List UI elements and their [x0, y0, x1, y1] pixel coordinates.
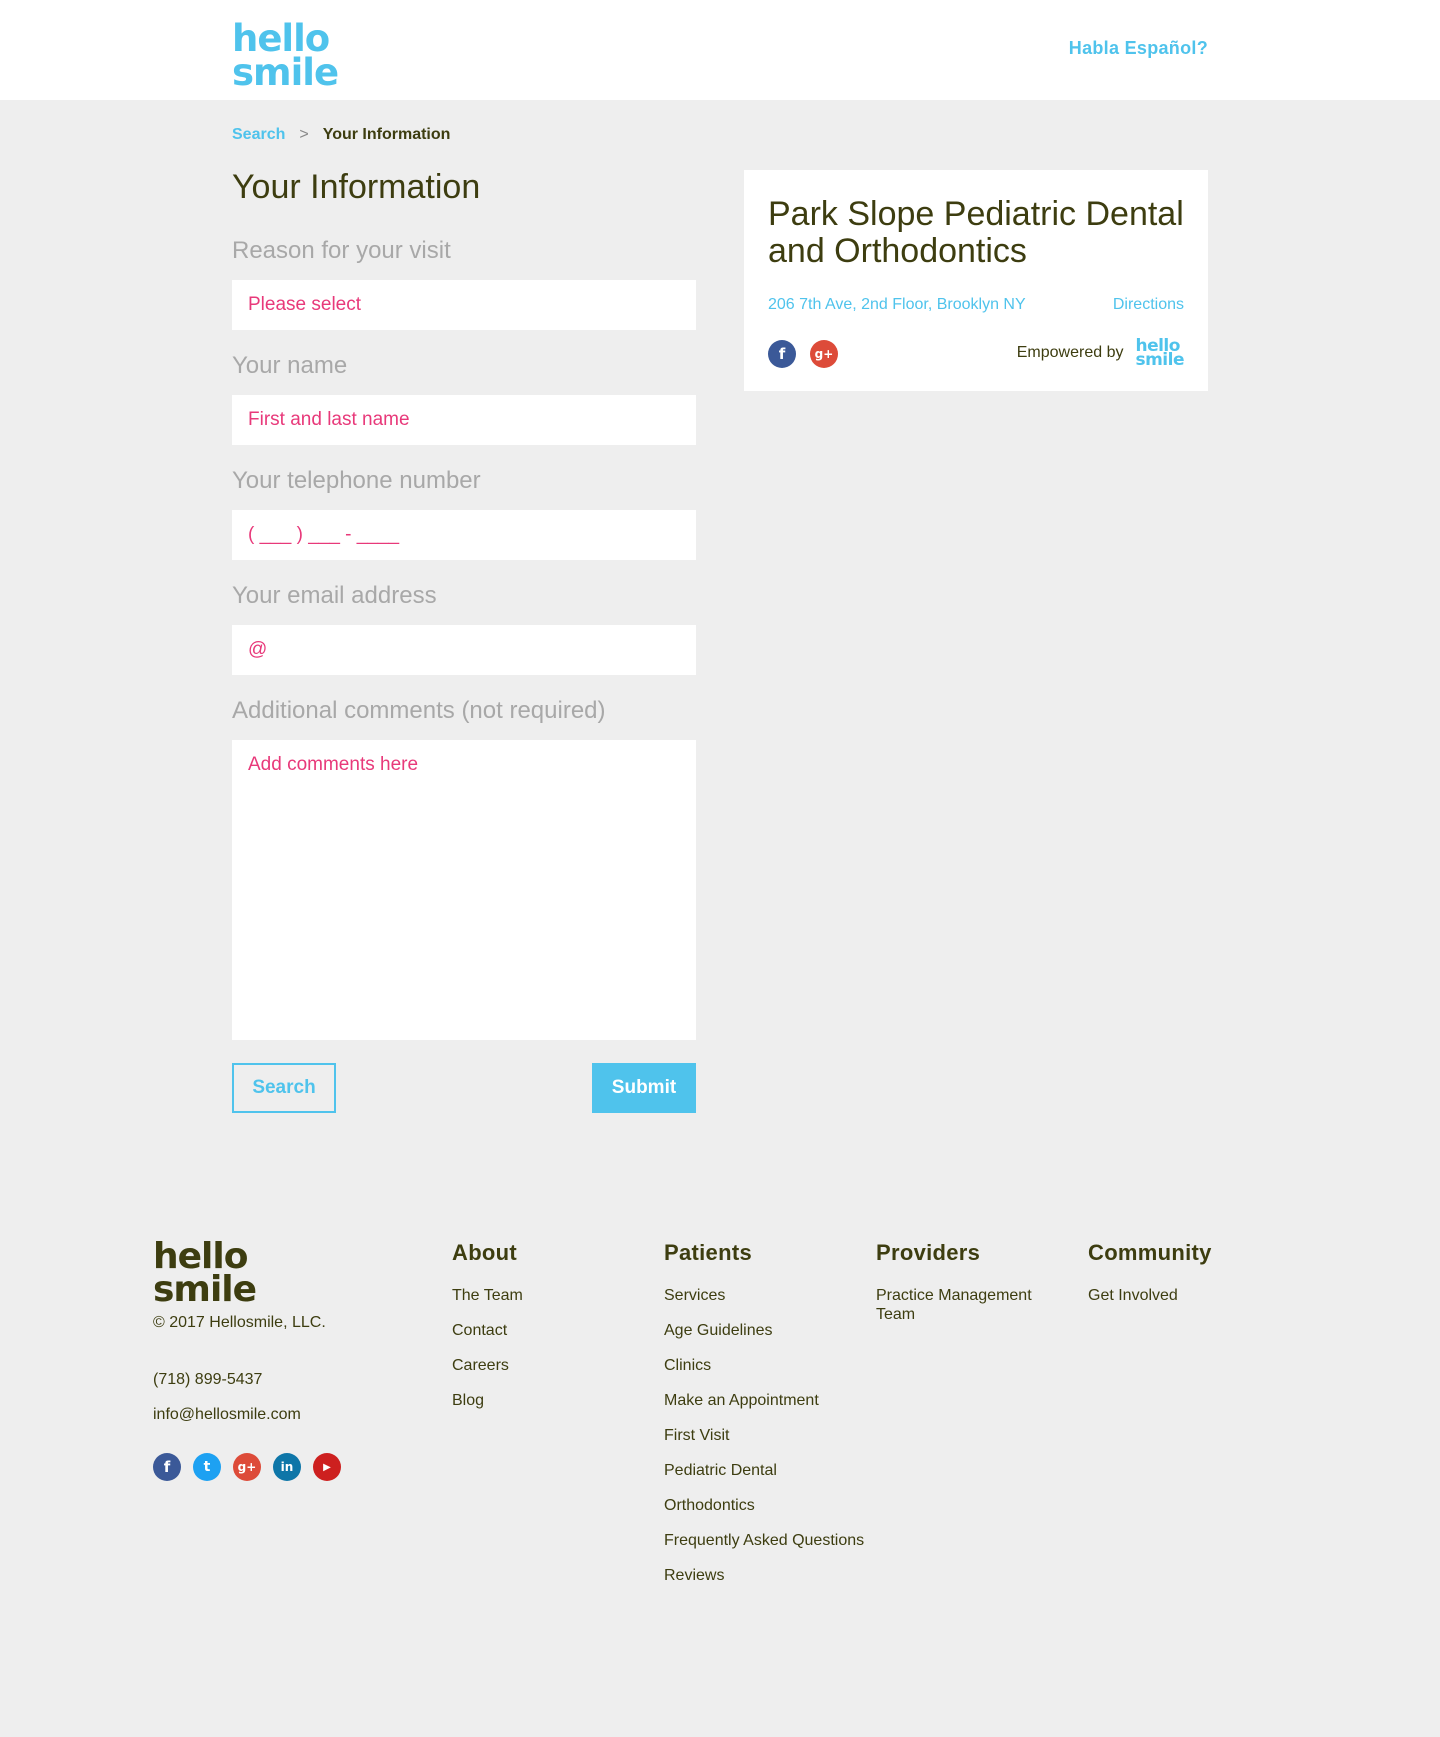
breadcrumb: Search > Your Information — [232, 126, 450, 144]
hellosmile-logo[interactable]: hello smile — [232, 20, 339, 91]
page-title: Your Information — [232, 168, 481, 206]
email-input-placeholder: @ — [248, 639, 268, 660]
footer-link[interactable]: Make an Appointment — [664, 1391, 864, 1410]
breadcrumb-search-link[interactable]: Search — [232, 126, 285, 144]
footer-heading: Patients — [664, 1240, 752, 1265]
footer-heading: Providers — [876, 1240, 981, 1265]
footer-column-about: About The Team Contact Careers Blog — [452, 1240, 523, 1426]
phone-label: Your telephone number — [232, 467, 481, 494]
footer-social-links: f t g+ in ▶ — [153, 1453, 341, 1481]
empowered-by: Empowered by hello smile — [1016, 337, 1185, 369]
footer-link[interactable]: The Team — [452, 1286, 523, 1305]
reason-select-value: Please select — [248, 294, 362, 315]
footer-link[interactable]: Pediatric Dental — [664, 1461, 864, 1480]
footer-link[interactable]: First Visit — [664, 1426, 864, 1445]
clinic-social-links: f g+ — [768, 340, 838, 368]
footer-link[interactable]: Blog — [452, 1391, 523, 1410]
search-button[interactable]: Search — [232, 1063, 336, 1113]
footer-link[interactable]: Frequently Asked Questions — [664, 1531, 864, 1550]
submit-button[interactable]: Submit — [592, 1063, 696, 1113]
twitter-icon[interactable]: t — [193, 1453, 221, 1481]
breadcrumb-separator: > — [299, 126, 309, 143]
footer-link[interactable]: Orthodontics — [664, 1496, 864, 1515]
email-label: Your email address — [232, 582, 437, 609]
footer-link[interactable]: Reviews — [664, 1566, 864, 1585]
reason-select[interactable]: Please select — [232, 280, 696, 330]
google-plus-icon[interactable]: g+ — [233, 1453, 261, 1481]
reason-label: Reason for your visit — [232, 237, 451, 264]
facebook-icon[interactable]: f — [153, 1453, 181, 1481]
footer-link[interactable]: Contact — [452, 1321, 523, 1340]
email-input[interactable]: @ — [232, 625, 696, 675]
footer-link[interactable]: Clinics — [664, 1356, 864, 1375]
copyright-text: © 2017 Hellosmile, LLC. — [153, 1314, 326, 1331]
comments-textarea[interactable]: Add comments here — [232, 740, 696, 1040]
empowered-by-text: Empowered by — [1016, 344, 1124, 362]
footer-link[interactable]: Get Involved — [1088, 1286, 1212, 1305]
language-link[interactable]: Habla Español? — [1069, 38, 1208, 59]
footer-logo[interactable]: hello smile — [153, 1238, 257, 1307]
clinic-card: Park Slope Pediatric Dental and Orthodon… — [744, 170, 1208, 391]
footer-heading: About — [452, 1240, 518, 1265]
footer-link[interactable]: Careers — [452, 1356, 523, 1375]
breadcrumb-current: Your Information — [322, 126, 451, 143]
name-input-placeholder: First and last name — [248, 409, 410, 430]
name-input[interactable]: First and last name — [232, 395, 696, 445]
youtube-icon[interactable]: ▶ — [313, 1453, 341, 1481]
phone-input[interactable]: ( ___ ) ___ - ____ — [232, 510, 696, 560]
google-plus-icon[interactable]: g+ — [810, 340, 838, 368]
clinic-address-link[interactable]: 206 7th Ave, 2nd Floor, Brooklyn NY — [768, 296, 1026, 314]
clinic-name: Park Slope Pediatric Dental and Orthodon… — [768, 195, 1184, 270]
footer-link[interactable]: Age Guidelines — [664, 1321, 864, 1340]
footer-email[interactable]: info@hellosmile.com — [153, 1406, 301, 1424]
footer-column-community: Community Get Involved — [1088, 1240, 1212, 1321]
footer-heading: Community — [1088, 1240, 1212, 1265]
footer-phone[interactable]: (718) 899-5437 — [153, 1371, 262, 1389]
footer-link[interactable]: Services — [664, 1286, 864, 1305]
footer-column-providers: Providers Practice Management Team — [876, 1240, 1046, 1340]
linkedin-icon[interactable]: in — [273, 1453, 301, 1481]
comments-textarea-placeholder: Add comments here — [248, 754, 419, 775]
footer-link[interactable]: Practice Management Team — [876, 1286, 1046, 1324]
phone-input-placeholder: ( ___ ) ___ - ____ — [248, 524, 400, 545]
hellosmile-logo-small[interactable]: hello smile — [1135, 337, 1184, 369]
comments-label: Additional comments (not required) — [232, 697, 606, 724]
name-label: Your name — [232, 352, 348, 379]
footer-column-patients: Patients Services Age Guidelines Clinics… — [664, 1240, 864, 1601]
facebook-icon[interactable]: f — [768, 340, 796, 368]
site-header: hello smile Habla Español? — [0, 0, 1440, 100]
directions-link[interactable]: Directions — [1113, 296, 1184, 314]
